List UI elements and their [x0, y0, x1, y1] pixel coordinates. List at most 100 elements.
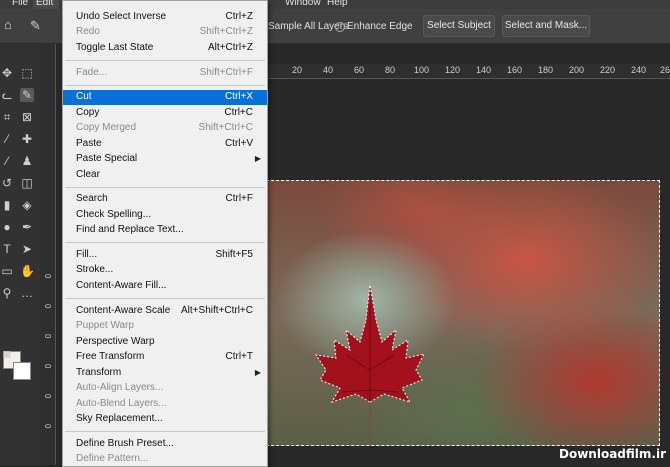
menu-item-label: Check Spelling...: [76, 209, 152, 220]
menu-item-shortcut: Shift+Ctrl+C: [198, 122, 253, 133]
gradient-tool-icon[interactable]: ▮: [0, 198, 14, 212]
menu-item-label: Fill...: [76, 249, 98, 260]
ruler-tick: 0: [43, 274, 52, 279]
menu-item-fade[interactable]: Fade... Shift+Ctrl+F: [63, 66, 267, 81]
menu-file[interactable]: File: [12, 0, 28, 8]
menu-item-label: Redo: [76, 26, 100, 37]
eraser-icon[interactable]: ◫: [20, 176, 34, 190]
home-icon[interactable]: ⌂: [4, 18, 18, 32]
edit-dropdown-menu: Undo Select Inverse Ctrl+Z Redo Shift+Ct…: [62, 0, 268, 467]
menu-item-perspective-warp[interactable]: Perspective Warp: [63, 335, 267, 350]
ruler-tick: 220: [600, 65, 616, 75]
menu-item-puppet-warp[interactable]: Puppet Warp: [63, 319, 267, 334]
quick-mask-icon[interactable]: ◙: [0, 347, 14, 361]
ruler-tick: 40: [323, 65, 334, 75]
menu-item-shortcut: Shift+Ctrl+F: [199, 67, 253, 78]
hand-tool-icon[interactable]: ✋: [20, 264, 35, 278]
tools-panel: ✥ ⬚ ᓚ ✎ ⌗ ⊠ ⁄ ✚ ∕ ♟ ↺ ◫ ▮ ◈ ● ✒ T ➤ ▭ ✋ …: [0, 44, 40, 465]
menu-item-shortcut: Ctrl+Z: [225, 11, 254, 22]
menu-help[interactable]: Help: [327, 0, 348, 8]
history-brush-icon[interactable]: ↺: [0, 176, 14, 190]
type-tool-icon[interactable]: T: [0, 242, 14, 256]
menu-item-copy-merged[interactable]: Copy Merged Shift+Ctrl+C: [63, 121, 267, 136]
menu-item-label: Find and Replace Text...: [76, 224, 184, 235]
menu-item-shortcut: Shift+F5: [215, 249, 253, 260]
menu-item-auto-align[interactable]: Auto-Align Layers...: [63, 381, 267, 396]
path-selection-icon[interactable]: ➤: [20, 242, 34, 256]
menu-item-clear[interactable]: Clear: [63, 168, 267, 183]
ruler-tick: 200: [569, 65, 585, 75]
menu-item-fill[interactable]: Fill... Shift+F5: [63, 248, 267, 263]
ruler-tick: 80: [385, 65, 396, 75]
select-and-mask-button[interactable]: Select and Mask...: [502, 15, 590, 37]
menu-item-label: Paste: [76, 138, 102, 149]
menu-item-define-brush[interactable]: Define Brush Preset...: [63, 437, 267, 452]
ruler-tick: 0: [43, 394, 52, 399]
menu-item-label: Toggle Last State: [76, 42, 154, 53]
menu-item-undo[interactable]: Undo Select Inverse Ctrl+Z: [63, 10, 267, 25]
rectangle-tool-icon[interactable]: ▭: [0, 264, 14, 278]
blur-tool-icon[interactable]: ◈: [20, 198, 34, 212]
brush-tool-icon[interactable]: ∕: [0, 154, 14, 168]
menu-item-content-aware-scale[interactable]: Content-Aware Scale Alt+Shift+Ctrl+C: [63, 304, 267, 319]
ruler-tick: 0: [43, 364, 52, 369]
menu-separator: [65, 431, 265, 432]
menu-item-toggle-last-state[interactable]: Toggle Last State Alt+Ctrl+Z: [63, 41, 267, 56]
menu-item-paste-special[interactable]: Paste Special ▶: [63, 152, 267, 167]
background-color-swatch[interactable]: [13, 362, 31, 380]
menu-edit[interactable]: Edit: [36, 0, 53, 8]
menu-item-find-replace[interactable]: Find and Replace Text...: [63, 223, 267, 238]
menu-item-stroke[interactable]: Stroke...: [63, 263, 267, 278]
dodge-tool-icon[interactable]: ●: [0, 220, 14, 234]
frame-tool-icon[interactable]: ⊠: [20, 110, 34, 124]
lasso-tool-icon[interactable]: ᓚ: [0, 88, 14, 102]
ruler-tick: 180: [538, 65, 554, 75]
quick-selection-tool-icon[interactable]: ✎: [30, 18, 41, 34]
menu-item-label: Content-Aware Scale: [76, 305, 171, 316]
ruler-tick: 0: [43, 334, 52, 339]
menu-window[interactable]: Window: [285, 0, 321, 8]
more-tools-icon[interactable]: …: [20, 286, 34, 300]
menu-separator: [65, 85, 265, 86]
menu-item-search[interactable]: Search Ctrl+F: [63, 192, 267, 207]
menu-item-content-aware-fill[interactable]: Content-Aware Fill...: [63, 279, 267, 294]
ruler-tick: 100: [414, 65, 430, 75]
healing-brush-icon[interactable]: ✚: [20, 132, 34, 146]
menu-item-shortcut: Ctrl+V: [224, 138, 253, 149]
menu-item-shortcut: Ctrl+C: [224, 107, 253, 118]
menu-item-free-transform[interactable]: Free Transform Ctrl+T: [63, 350, 267, 365]
crop-tool-icon[interactable]: ⌗: [0, 110, 14, 124]
menu-item-label: Sky Replacement...: [76, 413, 163, 424]
marquee-tool-icon[interactable]: ⬚: [20, 66, 34, 80]
select-subject-button[interactable]: Select Subject: [423, 15, 495, 37]
quick-selection-icon[interactable]: ✎: [20, 88, 34, 102]
menu-item-redo[interactable]: Redo Shift+Ctrl+Z: [63, 25, 267, 40]
enhance-edge-label[interactable]: Enhance Edge: [347, 21, 413, 32]
ruler-tick: 140: [476, 65, 492, 75]
eyedropper-icon[interactable]: ⁄: [0, 132, 14, 146]
menu-item-auto-blend[interactable]: Auto-Blend Layers...: [63, 397, 267, 412]
ruler-tick: 20: [292, 65, 303, 75]
menu-item-shortcut: Shift+Ctrl+Z: [199, 26, 253, 37]
menu-item-label: Clear: [76, 169, 100, 180]
submenu-arrow-icon: ▶: [254, 154, 261, 163]
menu-item-shortcut: Alt+Ctrl+Z: [207, 42, 253, 53]
menu-item-copy[interactable]: Copy Ctrl+C: [63, 106, 267, 121]
enhance-edge-checkbox[interactable]: [335, 22, 345, 32]
ruler-tick: 120: [445, 65, 461, 75]
ruler-tick: 60: [354, 65, 365, 75]
zoom-tool-icon[interactable]: ⚲: [0, 286, 14, 300]
vertical-ruler: 0 0 0 0 0 0: [40, 44, 56, 465]
move-tool-icon[interactable]: ✥: [0, 66, 14, 80]
menu-item-label: Define Pattern...: [76, 453, 149, 464]
menu-item-label: Search: [76, 193, 108, 204]
menu-item-cut[interactable]: Cut Ctrl+X: [63, 90, 267, 105]
menu-item-check-spelling[interactable]: Check Spelling...: [63, 208, 267, 223]
stamp-tool-icon[interactable]: ♟: [20, 154, 34, 168]
menu-item-sky-replacement[interactable]: Sky Replacement...: [63, 412, 267, 427]
selection-marquee: [266, 180, 660, 446]
ruler-tick: 0: [43, 304, 52, 309]
pen-tool-icon[interactable]: ✒: [20, 220, 34, 234]
menu-item-transform[interactable]: Transform ▶: [63, 366, 267, 381]
menu-item-paste[interactable]: Paste Ctrl+V: [63, 137, 267, 152]
